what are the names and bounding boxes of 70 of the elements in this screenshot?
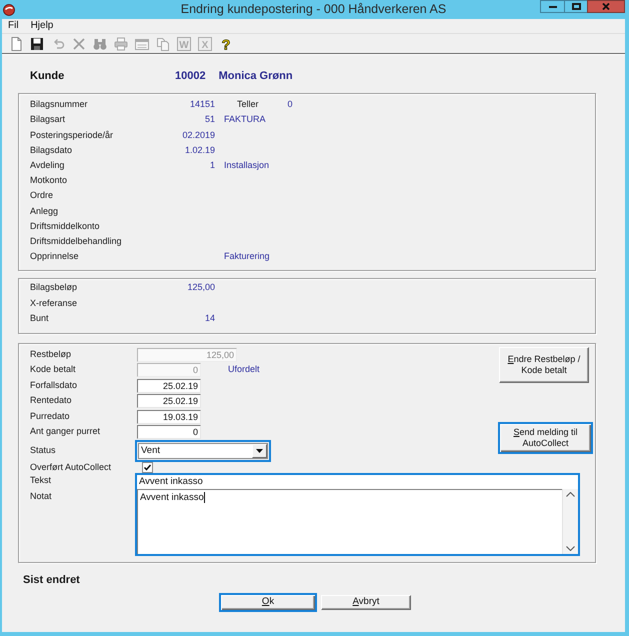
maximize-button[interactable] [564,0,588,13]
input-field[interactable]: 19.03.19 [137,410,201,424]
field-label: Opprinnelse [30,251,80,262]
field-label: Kode betalt [30,364,77,376]
dropdown-field[interactable]: Vent [135,440,271,462]
menu-item[interactable]: Hjelp [24,20,60,32]
text-field[interactable]: Avvent inkasso [135,472,580,489]
menu-item[interactable]: Fil [2,20,25,32]
field-label: Forfallsdato [30,380,78,391]
close-icon [602,3,610,10]
notes-field[interactable]: Avvent inkasso [135,488,580,556]
field-label: Bilagsnummer [30,99,89,110]
field-label: Bunt [30,313,50,324]
input-field[interactable]: 25.02.19 [137,394,201,408]
action-button[interactable]: Send melding til AutoCollect [498,422,593,454]
field-label: Ant ganger purret [30,426,102,438]
section-heading: Sist endret [23,572,80,587]
field-label: X-referanse [30,298,78,309]
field-label: Kunde [30,70,66,84]
app-logo-icon [3,4,15,16]
field-label: Restbeløp [30,348,72,360]
field-description: FAKTURA [224,114,266,126]
input-field[interactable]: 25.02.19 [137,378,201,393]
field-label: Notat [30,490,53,502]
customer-name: Monica Grønn [218,70,293,84]
field-label: Status [30,445,57,456]
field-label: Avdeling [30,160,66,171]
field-value: 125,00 [186,282,215,294]
window-title: Endring kundepostering - 000 Håndverkeren AS [180,2,446,17]
text-cursor-icon [204,492,205,503]
scrollbar[interactable] [562,488,578,554]
minimize-button[interactable] [540,0,565,13]
checkbox[interactable] [142,462,153,473]
field-value: 0 [288,99,293,110]
minimize-icon [548,6,556,8]
field-label: Ordre [30,190,54,202]
close-button[interactable] [587,0,625,13]
field-label: Tekst [30,475,52,486]
field-description: Installasjon [224,160,270,171]
field-label: Bilagsdato [30,144,74,156]
field-value: 14 [204,313,215,324]
field-value: 1 [208,160,215,171]
input-field[interactable]: 0 [137,425,201,440]
field-label: Bilagsbeløp [30,282,78,294]
customer-number: 10002 [175,70,206,84]
field-label: Bilagsart [30,114,66,126]
blank-page-icon[interactable] [9,36,23,50]
field-label: Driftsmiddelkonto [30,220,101,232]
caret-down-icon [256,448,263,453]
field-value: 14151 [188,99,215,110]
field-label: Overført AutoCollect [30,462,112,472]
field-note: Ufordelt [228,364,260,376]
field-label: Rentedato [30,395,73,406]
maximize-icon [572,3,580,10]
cancel-button[interactable]: Avbryt [321,594,411,610]
field-value: 02.2019 [181,130,215,140]
chevron-down-icon[interactable] [566,546,575,551]
dropdown-button[interactable] [252,444,267,458]
action-button[interactable]: Endre Restbeløp / Kode betalt [499,346,589,383]
field-value: 1.02.19 [184,144,215,156]
chevron-up-icon[interactable] [566,492,575,497]
ok-button[interactable]: Ok [219,592,317,612]
field-label: Motkonto [30,175,68,186]
field-label: Purredato [30,410,71,422]
field-label: Anlegg [30,206,60,216]
field-label: Posteringsperiode/år [30,130,114,140]
field-description: Fakturering [224,251,270,262]
field-label: Teller [237,99,259,110]
field-value: 51 [204,114,215,126]
field-label: Driftsmiddelbehandling [30,236,123,247]
